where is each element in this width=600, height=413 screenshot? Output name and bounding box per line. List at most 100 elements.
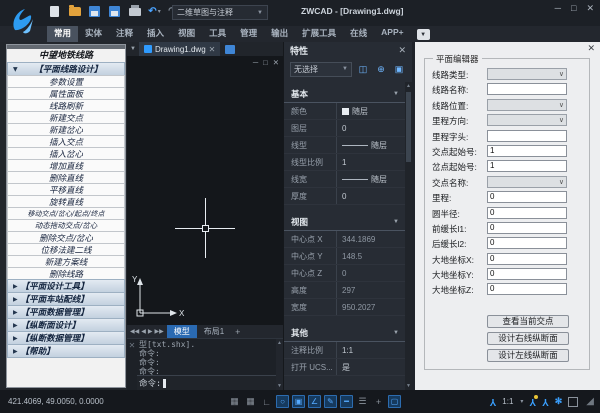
field-select[interactable]: ∨ [487,68,567,80]
property-value[interactable]: 950.2027 [336,299,405,315]
property-row[interactable]: 图层0 [284,120,405,137]
property-value[interactable]: 148.5 [336,248,405,264]
field-input[interactable]: 0 [487,191,567,203]
resize-grip[interactable]: ◢ [586,396,594,407]
properties-close-icon[interactable]: ✕ [398,45,406,56]
annotation-autoscale-icon[interactable]: Y [542,396,549,407]
save-icon[interactable] [88,5,101,18]
property-row[interactable]: 颜色随层 [284,103,405,120]
otrack-icon[interactable]: ▣ [292,395,305,408]
ribbon-tab-输出[interactable]: 输出 [264,25,295,42]
properties-scrollbar[interactable]: ▲ ▼ [405,82,412,390]
editor-close-icon[interactable]: ✕ [587,43,595,54]
print-icon[interactable] [128,5,141,18]
scroll-up-icon[interactable]: ▲ [405,83,412,89]
add-layout-icon[interactable]: + [235,327,240,337]
sidebar-section-collapsed[interactable]: ▶【平面数据管理】 [7,305,125,319]
document-tab[interactable]: Drawing1.dwg ✕ [139,42,220,56]
property-row[interactable]: 宽度950.2027 [284,299,405,316]
property-row[interactable]: 注释比例1:1 [284,342,405,359]
maximize-button[interactable]: □ [571,3,576,14]
model-space-icon[interactable]: ▢ [388,395,401,408]
prev-layout-icon[interactable]: ◀ [141,328,146,335]
properties-section-header[interactable]: 其他▼ [284,325,405,342]
properties-section-header[interactable]: 基本▼ [284,86,405,103]
sidebar-section-collapsed[interactable]: ▶【平面设计工具】 [7,279,125,293]
new-drawing-icon[interactable] [225,45,235,54]
field-select[interactable]: ∨ [487,114,567,126]
ribbon-tab-APP+[interactable]: APP+ [374,25,410,42]
field-input[interactable] [487,130,567,142]
menu-icon[interactable]: ☰ [356,395,369,408]
mdi-close-button[interactable]: ✕ [273,58,279,67]
property-row[interactable]: 中心点 X344.1869 [284,231,405,248]
ribbon-tab-在线[interactable]: 在线 [343,25,374,42]
editor-button[interactable]: 设计右线纵断面 [487,332,569,345]
command-close-icon[interactable]: ✕ [127,339,137,390]
field-input[interactable]: 1 [487,160,567,172]
property-value[interactable]: 344.1869 [336,231,405,247]
property-value[interactable]: 随层 [336,103,405,119]
sidebar-section-collapsed[interactable]: ▶【平面车站配线】 [7,292,125,306]
new-icon[interactable] [48,5,61,18]
property-value[interactable]: 随层 [336,171,405,187]
scroll-down-icon[interactable]: ▼ [277,383,282,389]
property-value[interactable]: 是 [336,359,405,375]
property-row[interactable]: 线型比例1 [284,154,405,171]
tab-close-icon[interactable]: ✕ [209,45,216,54]
ribbon-tab-工具[interactable]: 工具 [202,25,233,42]
sidebar-section-plane-design[interactable]: ▼ 【平面线路设计】 [7,62,125,76]
property-row[interactable]: 线宽随层 [284,171,405,188]
quick-select-icon[interactable]: ▣ [392,62,406,76]
editor-button[interactable]: 设计左线纵断面 [487,349,569,362]
field-input[interactable] [487,83,567,95]
ribbon-tab-扩展工具[interactable]: 扩展工具 [295,25,343,42]
property-row[interactable]: 高度297 [284,282,405,299]
scroll-thumb[interactable] [406,92,411,162]
annotation-scale-value[interactable]: 1:1 [502,397,513,406]
drawing-canvas[interactable]: ─ □ ✕ Y X [127,56,283,325]
layout-tab-模型[interactable]: 模型 [167,325,197,338]
property-value[interactable]: 0 [336,265,405,281]
lineweight-icon[interactable]: ━ [340,395,353,408]
field-select[interactable]: ∨ [487,176,567,188]
workspace-dropdown[interactable]: 二维草图与注释 ▼ [172,5,268,20]
property-value[interactable]: 297 [336,282,405,298]
next-layout-icon[interactable]: ▶ [148,328,153,335]
cursor-select-icon[interactable]: + [372,395,385,408]
ortho-icon[interactable]: ∟ [260,395,273,408]
property-value[interactable]: 0 [336,120,405,136]
property-row[interactable]: 中心点 Z0 [284,265,405,282]
ribbon-tab-常用[interactable]: 常用 [47,25,78,42]
saveas-icon[interactable] [108,5,121,18]
osnap-icon[interactable]: ○ [276,395,289,408]
property-value[interactable]: 1 [336,154,405,170]
field-select[interactable]: ∨ [487,99,567,111]
annotation-visibility-icon[interactable]: Y [529,396,536,407]
properties-section-header[interactable]: 视图▼ [284,214,405,231]
field-input[interactable]: 0 [487,222,567,234]
ribbon-tab-视图[interactable]: 视图 [171,25,202,42]
field-input[interactable]: 0 [487,253,567,265]
sidebar-section-collapsed[interactable]: ▶【帮助】 [7,344,125,358]
select-objects-icon[interactable]: ⊕ [374,62,388,76]
toggle-pickadd-icon[interactable]: ◫ [356,62,370,76]
sidebar-section-collapsed[interactable]: ▶【纵断数据管理】 [7,331,125,345]
editor-button[interactable]: 查看当前交点 [487,315,569,328]
command-input[interactable]: 命令: [137,375,276,390]
mdi-restore-button[interactable]: □ [263,58,268,67]
mdi-minimize-button[interactable]: ─ [253,58,258,67]
field-input[interactable]: 0 [487,207,567,219]
field-input[interactable]: 0 [487,268,567,280]
property-row[interactable]: 线型随层 [284,137,405,154]
field-input[interactable]: 0 [487,237,567,249]
grid-icon[interactable]: ▦ [244,395,257,408]
command-scrollbar[interactable]: ▲ ▼ [276,339,283,390]
ribbon-tab-管理[interactable]: 管理 [233,25,264,42]
close-button[interactable]: ✕ [586,3,594,14]
open-icon[interactable] [68,5,81,18]
property-value[interactable]: 1:1 [336,342,405,358]
fullscreen-icon[interactable] [568,397,578,407]
dynamic-input-icon[interactable]: ✎ [324,395,337,408]
ribbon-tab-实体[interactable]: 实体 [78,25,109,42]
